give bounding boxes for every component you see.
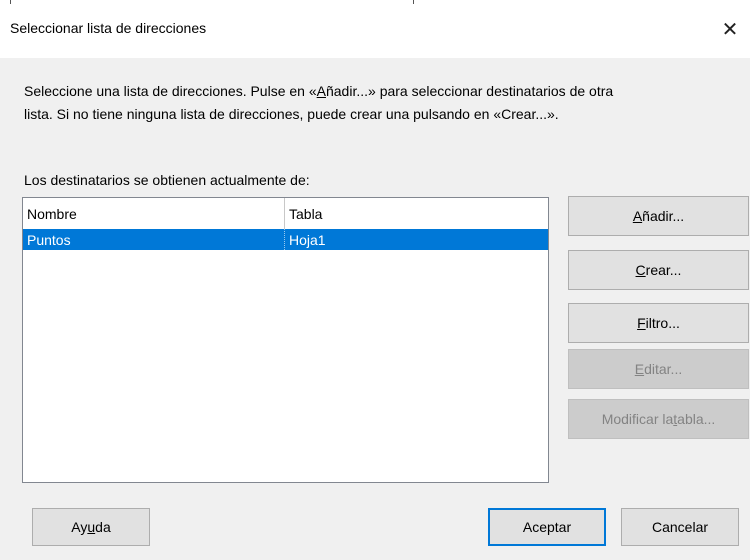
add-button-label: ñadir...	[642, 208, 685, 224]
table-row[interactable]: Puntos Hoja1	[23, 229, 548, 250]
filter-button-label: iltro...	[645, 315, 680, 331]
help-button-pre: Ay	[71, 519, 88, 535]
edit-button[interactable]: Editar...	[568, 349, 749, 389]
filter-button[interactable]: Filtro...	[568, 303, 749, 343]
column-header-nombre[interactable]: Nombre	[23, 198, 285, 229]
column-header-label: Tabla	[289, 205, 323, 222]
add-button-mnemonic: A	[632, 208, 643, 224]
create-button-label: rear...	[645, 262, 682, 278]
cancel-button[interactable]: Cancelar	[621, 508, 739, 546]
close-button[interactable]: ✕	[710, 10, 750, 48]
select-address-list-dialog: Seleccionar lista de direcciones ✕ Selec…	[0, 0, 750, 560]
create-button[interactable]: Crear...	[568, 250, 749, 290]
help-button[interactable]: Ay u da	[32, 508, 150, 546]
column-header-label: Nombre	[27, 205, 77, 222]
instructions-line1-post: ñadir...» para seleccionar destinatarios…	[325, 83, 614, 99]
instructions-line1-underlined: A	[316, 83, 326, 99]
help-button-mnemonic: u	[87, 519, 96, 535]
table-header: Nombre Tabla	[23, 198, 548, 230]
modify-table-button[interactable]: Modificar la t abla...	[568, 399, 749, 439]
modify-table-button-label: abla...	[677, 411, 716, 427]
help-button-label: da	[95, 519, 111, 535]
ok-button[interactable]: Aceptar	[488, 508, 606, 546]
filter-button-mnemonic: F	[637, 315, 646, 331]
cancel-button-label: Cancelar	[651, 519, 709, 535]
edit-button-mnemonic: E	[634, 361, 645, 377]
address-list-table[interactable]: Nombre Tabla Puntos Hoja1	[22, 197, 549, 483]
cell-nombre: Puntos	[23, 229, 285, 250]
modify-table-button-pre: Modificar la	[601, 411, 674, 427]
instructions-line2: lista. Si no tiene ninguna lista de dire…	[24, 106, 559, 122]
cell-tabla: Hoja1	[289, 231, 326, 248]
column-header-tabla[interactable]: Tabla	[285, 198, 548, 229]
title-bar: Seleccionar lista de direcciones ✕	[0, 0, 750, 58]
recipients-source-label: Los destinatarios se obtienen actualment…	[24, 172, 310, 188]
close-icon: ✕	[721, 18, 739, 41]
edit-button-label: ditar...	[644, 361, 683, 377]
create-button-mnemonic: C	[635, 262, 646, 278]
ok-button-label: Aceptar	[522, 519, 572, 535]
top-edge-marks	[0, 0, 750, 4]
instructions-text: Seleccione una lista de direcciones. Pul…	[24, 80, 724, 126]
instructions-line1-pre: Seleccione una lista de direcciones. Pul…	[24, 83, 317, 99]
add-button[interactable]: Añadir...	[568, 196, 749, 236]
dialog-title: Seleccionar lista de direcciones	[10, 20, 207, 36]
